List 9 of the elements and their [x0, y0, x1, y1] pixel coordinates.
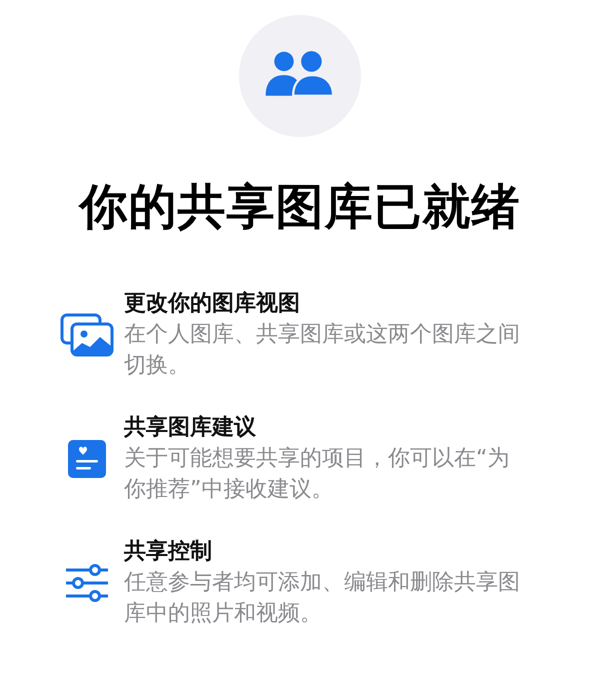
feature-title: 更改你的图库视图: [124, 290, 301, 318]
photos-icon: [60, 313, 114, 357]
feature-title: 共享图库建议: [124, 414, 257, 442]
feature-description: 任意参与者均可添加、编辑和删除共享图库中的照片和视频。: [124, 569, 521, 628]
sliders-icon: [65, 563, 109, 603]
feature-description: 在个人图库、共享图库或这两个图库之间切换。: [124, 321, 521, 380]
feature-title: 共享控制: [124, 538, 213, 566]
feature-description: 关于可能想要共享的项目，你可以在“为你推荐”中接收建议。: [124, 445, 510, 504]
page-title: 你的共享图库已就绪: [80, 178, 520, 237]
